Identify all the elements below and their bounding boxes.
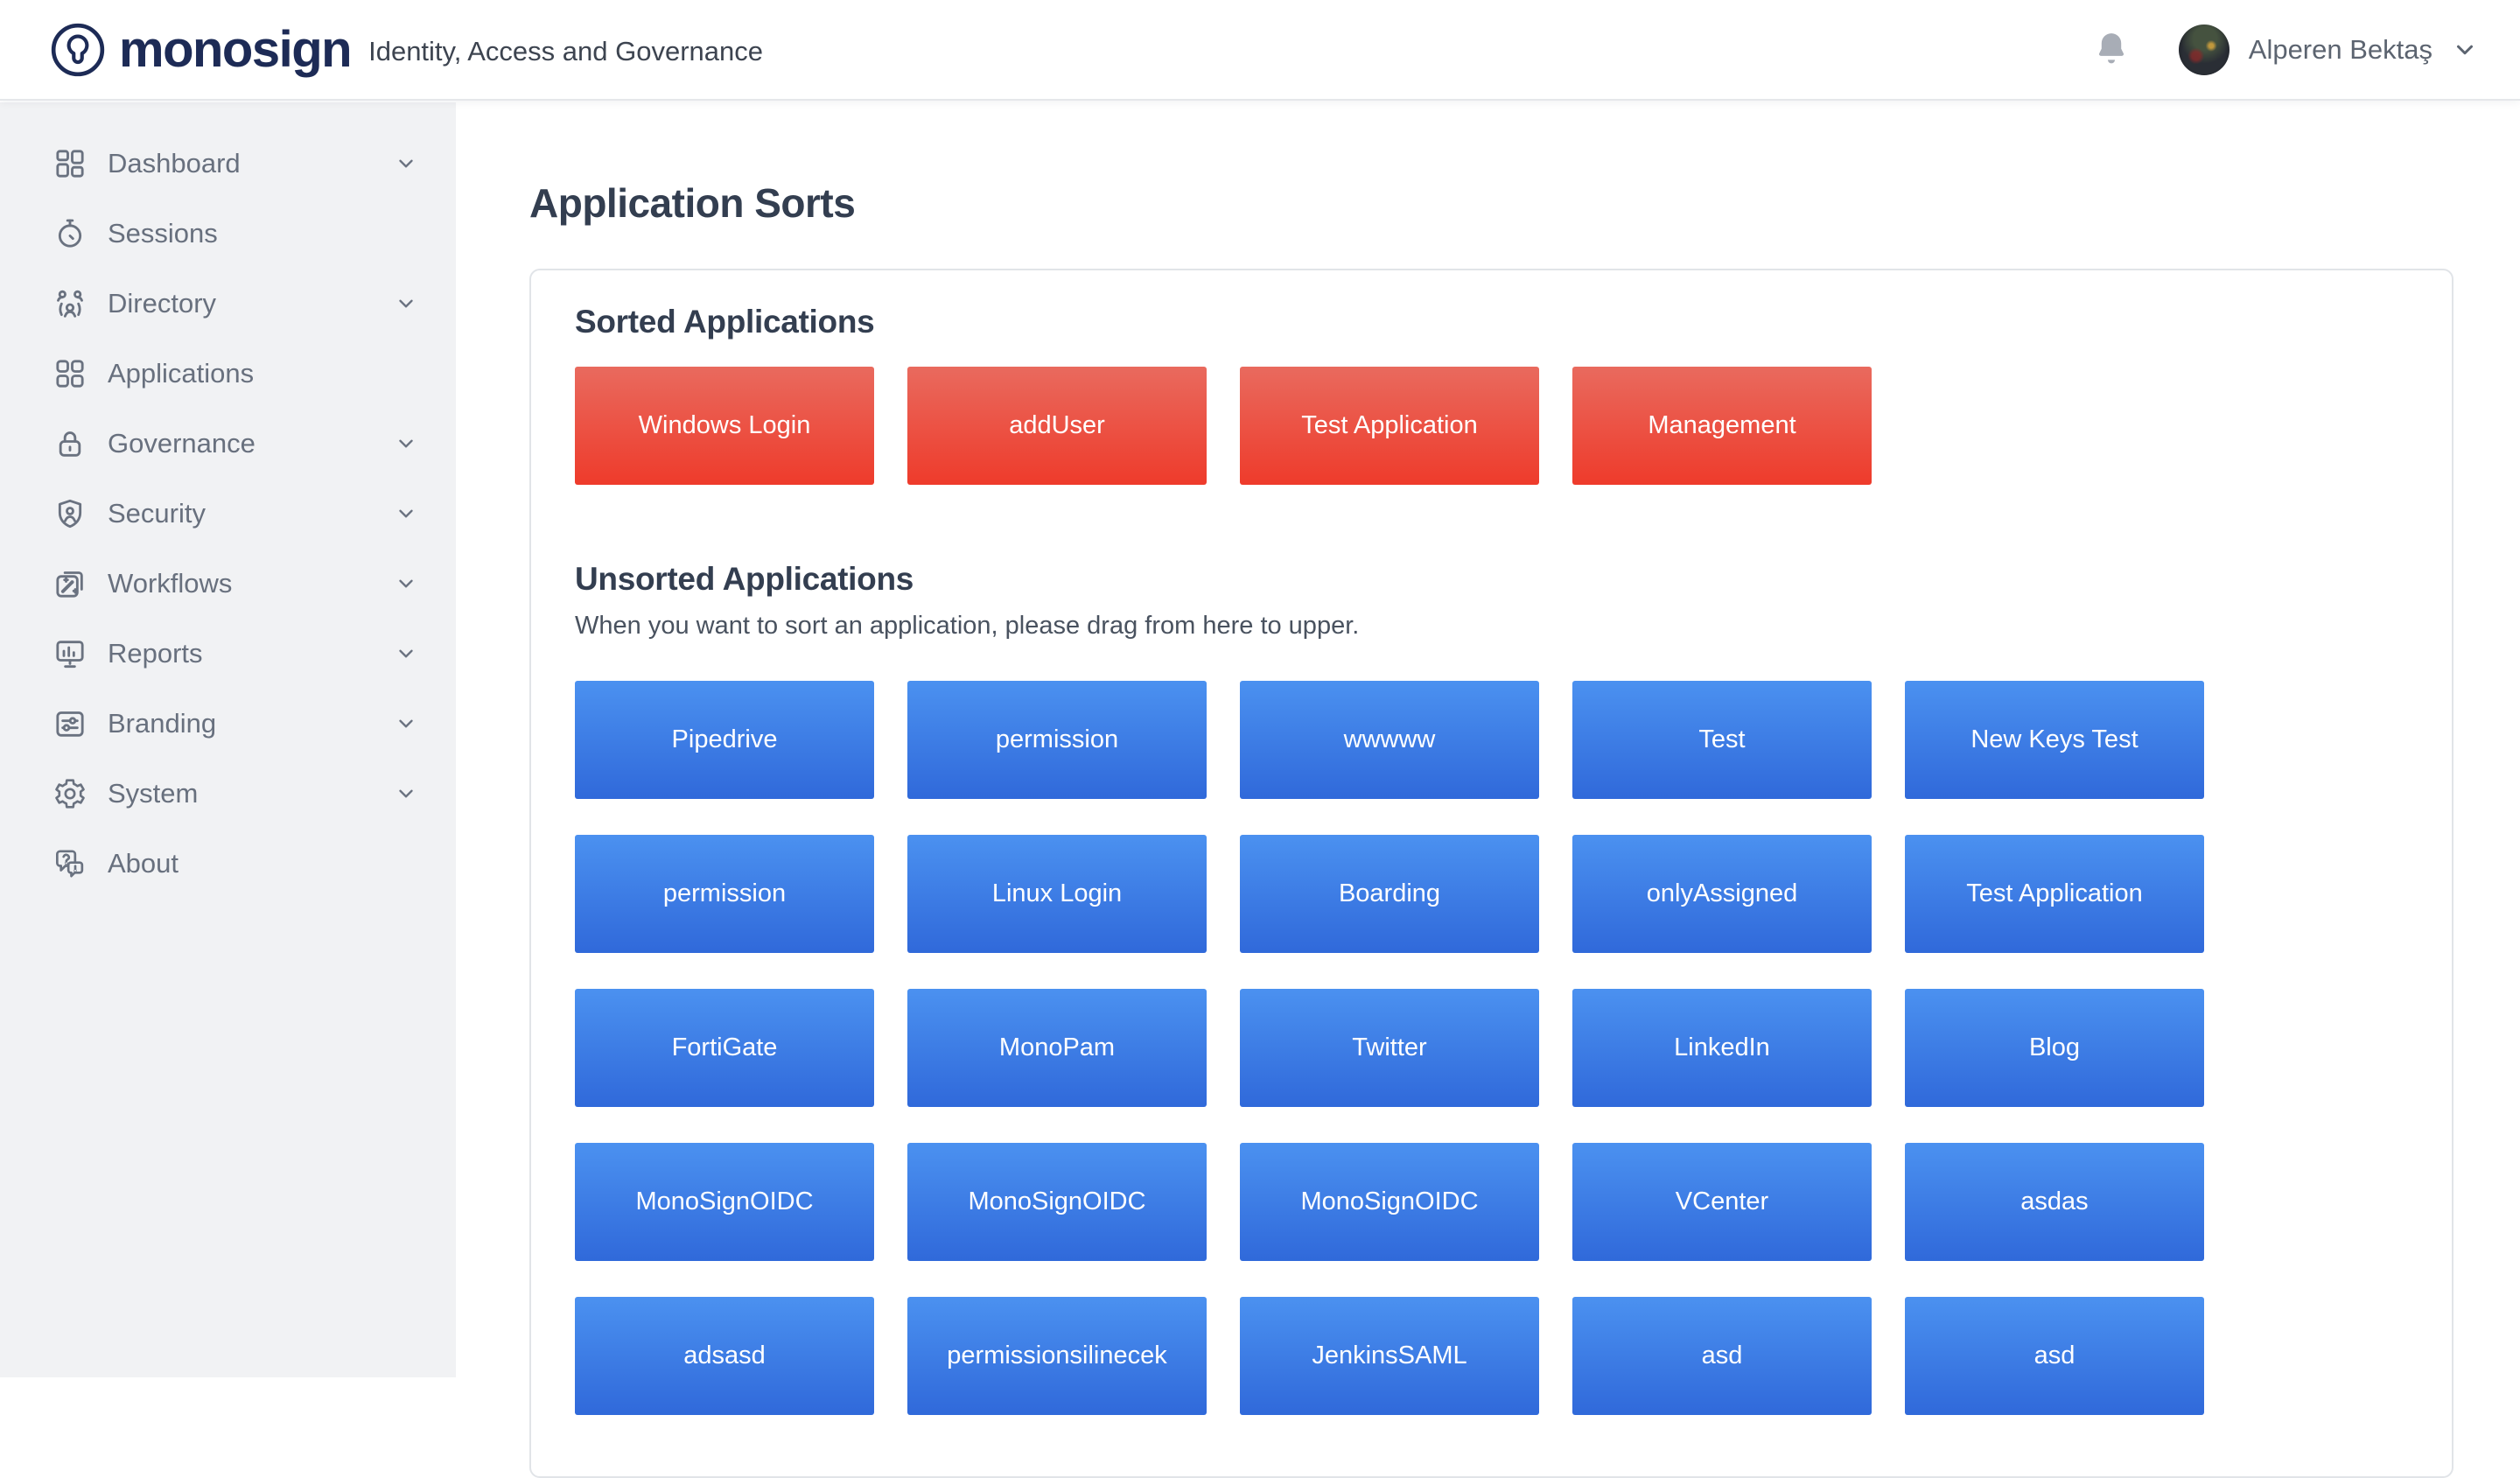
sidebar-item-label: Dashboard bbox=[108, 148, 241, 179]
brand-logo[interactable]: monosign bbox=[49, 21, 351, 79]
sorted-app-card[interactable]: Windows Login bbox=[575, 367, 874, 485]
unsorted-app-card[interactable]: VCenter bbox=[1572, 1143, 1872, 1261]
user-name[interactable]: Alperen Bektaş bbox=[2249, 34, 2432, 66]
chevron-down-icon bbox=[395, 292, 417, 315]
unsorted-app-card[interactable]: Blog bbox=[1905, 989, 2204, 1107]
top-header: monosign Identity, Access and Governance… bbox=[0, 0, 2520, 101]
unsorted-app-card[interactable]: permissionsilinecek bbox=[907, 1297, 1207, 1415]
unsorted-applications-title: Unsorted Applications bbox=[575, 561, 2408, 598]
sorted-applications-title: Sorted Applications bbox=[575, 304, 2408, 340]
unsorted-app-card[interactable]: Linux Login bbox=[907, 835, 1207, 953]
unsorted-app-card[interactable]: onlyAssigned bbox=[1572, 835, 1872, 953]
unsorted-applications-grid: Pipedrive permission wwwww Test New Keys Tes… bbox=[575, 681, 2408, 1415]
sorted-app-card[interactable]: Management bbox=[1572, 367, 1872, 485]
brand-name: monosign bbox=[119, 25, 351, 75]
unsorted-app-card[interactable]: Test bbox=[1572, 681, 1872, 799]
stopwatch-icon bbox=[52, 216, 88, 251]
wand-icon bbox=[52, 566, 88, 601]
sliders-icon bbox=[52, 706, 88, 741]
chevron-down-icon bbox=[395, 782, 417, 805]
lock-icon bbox=[52, 426, 88, 461]
unsorted-app-card[interactable]: FortiGate bbox=[575, 989, 874, 1107]
gear-icon bbox=[52, 776, 88, 811]
sidebar-item-label: Branding bbox=[108, 708, 216, 739]
unsorted-app-card[interactable]: JenkinsSAML bbox=[1240, 1297, 1539, 1415]
sorted-app-card[interactable]: Test Application bbox=[1240, 367, 1539, 485]
chevron-down-icon bbox=[395, 502, 417, 525]
sidebar-item-applications[interactable]: Applications bbox=[0, 339, 456, 409]
chevron-down-icon bbox=[395, 642, 417, 665]
chevron-down-icon bbox=[395, 572, 417, 595]
sidebar-item-label: About bbox=[108, 848, 178, 879]
unsorted-app-card[interactable]: MonoSignOIDC bbox=[907, 1143, 1207, 1261]
unsorted-app-card[interactable]: LinkedIn bbox=[1572, 989, 1872, 1107]
sidebar-item-label: Sessions bbox=[108, 218, 218, 249]
sidebar-item-branding[interactable]: Branding bbox=[0, 689, 456, 759]
unsorted-app-card[interactable]: MonoPam bbox=[907, 989, 1207, 1107]
sidebar-item-sessions[interactable]: Sessions bbox=[0, 199, 456, 269]
sidebar-item-governance[interactable]: Governance bbox=[0, 409, 456, 479]
unsorted-app-card[interactable]: Twitter bbox=[1240, 989, 1539, 1107]
application-sorts-panel: Sorted Applications Windows Login addUser… bbox=[529, 269, 2454, 1478]
sidebar-item-label: System bbox=[108, 778, 198, 809]
sorted-applications-grid: Windows Login addUser Test Application Mana… bbox=[575, 367, 2408, 485]
sidebar-item-system[interactable]: System bbox=[0, 759, 456, 829]
sidebar-item-label: Security bbox=[108, 498, 206, 529]
unsorted-app-card[interactable]: New Keys Test bbox=[1905, 681, 2204, 799]
chevron-down-icon bbox=[395, 432, 417, 455]
unsorted-hint-text: When you want to sort an application, pl… bbox=[575, 612, 2408, 641]
sidebar-nav: Dashboard Sessions Directory bbox=[0, 102, 456, 1377]
unsorted-app-card[interactable]: adsasd bbox=[575, 1297, 874, 1415]
users-icon bbox=[52, 286, 88, 321]
sidebar-item-label: Workflows bbox=[108, 568, 232, 599]
sidebar-item-security[interactable]: Security bbox=[0, 479, 456, 549]
main-content: Application Sorts Sorted Applications Wi… bbox=[456, 101, 2520, 1478]
sidebar-item-directory[interactable]: Directory bbox=[0, 269, 456, 339]
unsorted-app-card[interactable]: Boarding bbox=[1240, 835, 1539, 953]
chat-question-icon bbox=[52, 846, 88, 881]
unsorted-app-card[interactable]: Pipedrive bbox=[575, 681, 874, 799]
sidebar-item-label: Reports bbox=[108, 638, 203, 669]
unsorted-app-card[interactable]: asd bbox=[1905, 1297, 2204, 1415]
sidebar-item-label: Directory bbox=[108, 288, 216, 319]
sidebar-item-about[interactable]: About bbox=[0, 829, 456, 899]
app-grid-icon bbox=[52, 356, 88, 391]
sidebar-item-dashboard[interactable]: Dashboard bbox=[0, 129, 456, 199]
monitor-chart-icon bbox=[52, 636, 88, 671]
page-title: Application Sorts bbox=[529, 179, 2454, 227]
unsorted-app-card[interactable]: asdas bbox=[1905, 1143, 2204, 1261]
sidebar-item-reports[interactable]: Reports bbox=[0, 619, 456, 689]
unsorted-app-card[interactable]: MonoSignOIDC bbox=[1240, 1143, 1539, 1261]
brand-tagline: Identity, Access and Governance bbox=[368, 32, 763, 67]
unsorted-app-card[interactable]: wwwww bbox=[1240, 681, 1539, 799]
chevron-down-icon bbox=[395, 712, 417, 735]
notifications-bell-icon[interactable] bbox=[2093, 30, 2130, 70]
monosign-logo-icon bbox=[49, 21, 107, 79]
chevron-down-icon bbox=[395, 152, 417, 175]
unsorted-app-card[interactable]: Test Application bbox=[1905, 835, 2204, 953]
dashboard-icon bbox=[52, 146, 88, 181]
unsorted-app-card[interactable]: permission bbox=[575, 835, 874, 953]
shield-user-icon bbox=[52, 496, 88, 531]
unsorted-app-card[interactable]: MonoSignOIDC bbox=[575, 1143, 874, 1261]
sorted-app-card[interactable]: addUser bbox=[907, 367, 1207, 485]
sidebar-item-label: Applications bbox=[108, 358, 254, 389]
unsorted-app-card[interactable]: asd bbox=[1572, 1297, 1872, 1415]
unsorted-app-card[interactable]: permission bbox=[907, 681, 1207, 799]
user-menu-chevron-down-icon[interactable] bbox=[2452, 37, 2478, 63]
user-avatar[interactable] bbox=[2179, 25, 2230, 75]
sidebar-item-label: Governance bbox=[108, 428, 256, 459]
sidebar-item-workflows[interactable]: Workflows bbox=[0, 549, 456, 619]
